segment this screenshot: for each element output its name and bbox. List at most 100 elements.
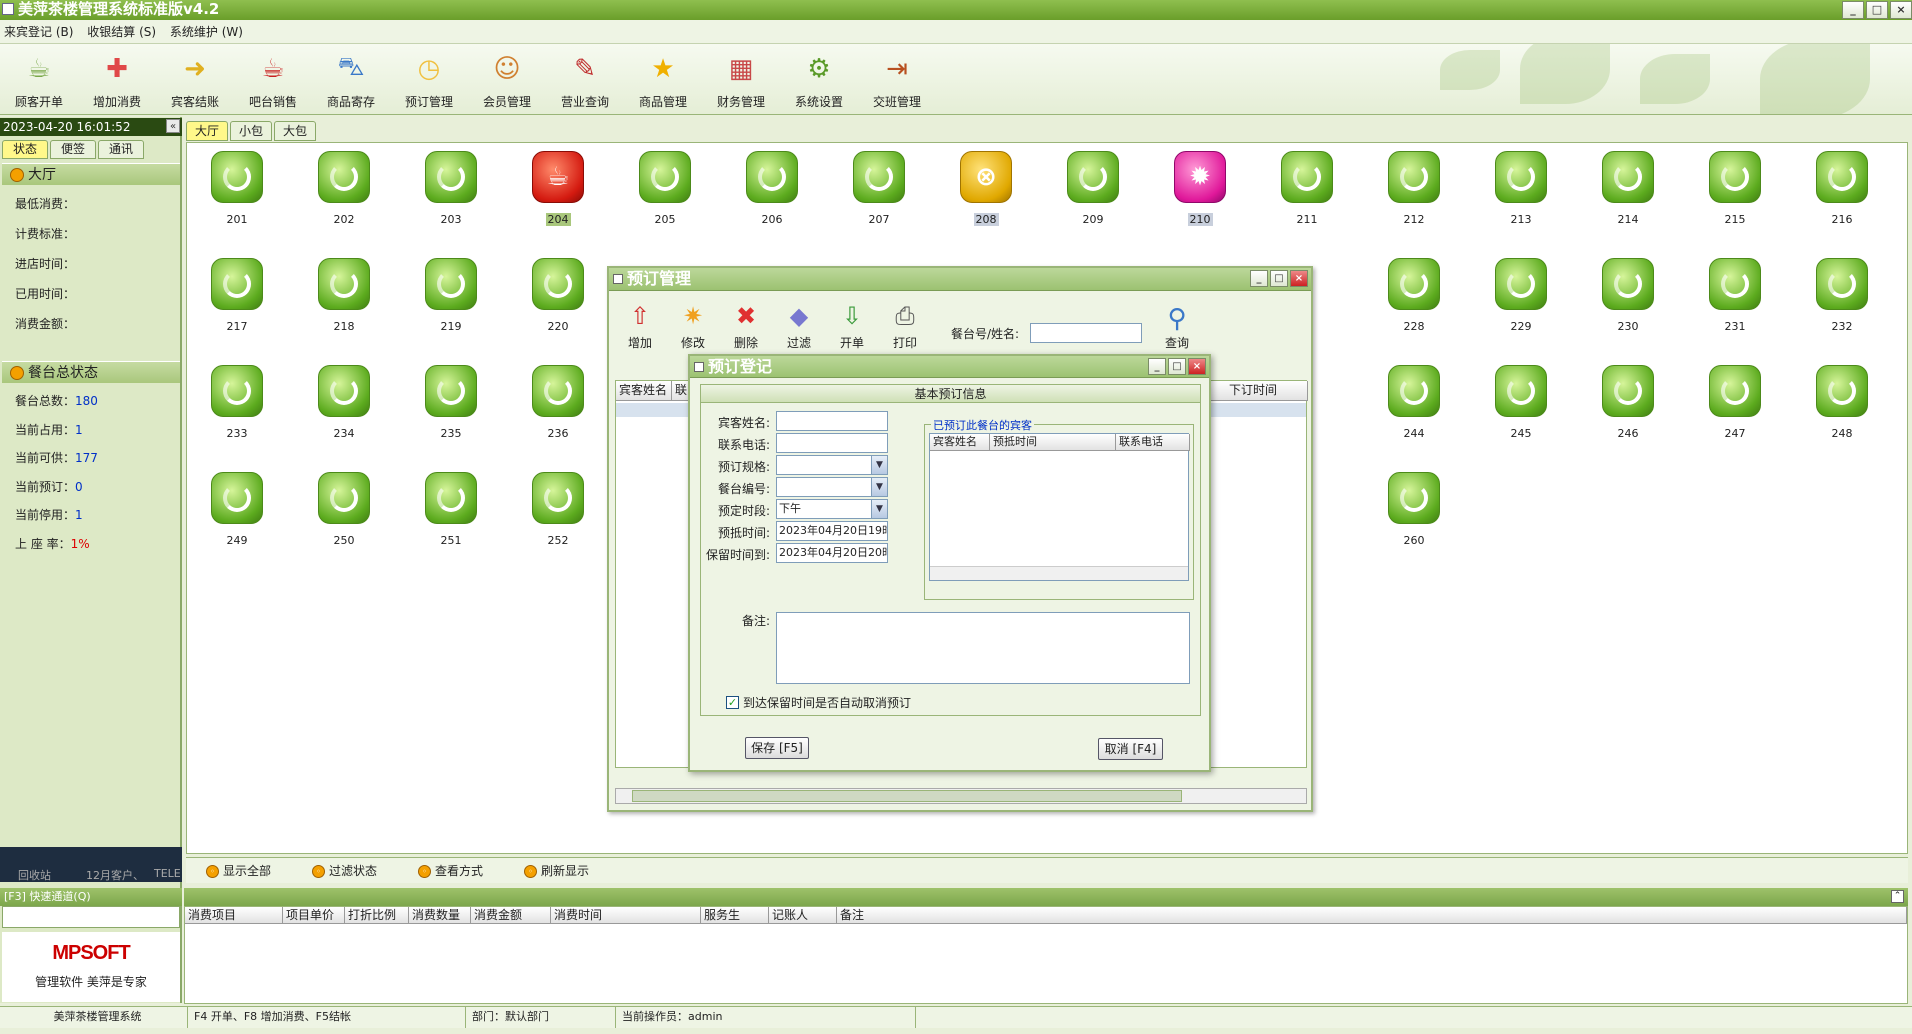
table-205[interactable]: 205 [625,151,705,226]
table-245[interactable]: 245 [1481,365,1561,440]
auto-cancel-checkbox[interactable]: ✓ [726,696,739,709]
table-249[interactable]: 249 [197,472,277,547]
table-217[interactable]: 217 [197,258,277,333]
maximize-button[interactable]: □ [1866,1,1888,19]
toolbar-button-3[interactable]: ➜ 宾客结账 [156,48,234,110]
expand-consume-button[interactable]: ⌃ [1891,890,1904,903]
quick-channel-input[interactable] [2,906,180,928]
consume-col-6[interactable]: 消费时间 [551,907,701,924]
horizontal-scrollbar[interactable] [615,788,1307,804]
table-220[interactable]: 220 [518,258,598,333]
table-230[interactable]: 230 [1588,258,1668,333]
table-235[interactable]: 235 [411,365,491,440]
table-252[interactable]: 252 [518,472,598,547]
close-button[interactable]: × [1890,1,1912,19]
tab-hall[interactable]: 大厅 [186,121,229,141]
app-system-icon[interactable] [2,3,14,15]
summary-section-header[interactable]: 餐台总状态 [2,361,180,383]
consume-col-3[interactable]: 打折比例 [345,907,409,924]
chevron-down-icon[interactable]: ▼ [871,456,887,474]
col-arrival-time[interactable]: 预抵时间 [990,434,1116,451]
col-guest-name[interactable]: 宾客姓名 [616,381,672,401]
reservation-tool-2[interactable]: ✷ 修改 [668,300,718,351]
toolbar-button-8[interactable]: ✎ 营业查询 [546,48,624,110]
table-206[interactable]: 206 [732,151,812,226]
arrival-time-input[interactable]: 2023年04月20日19时01分 [776,521,888,541]
reservation-tool-1[interactable]: ⇧ 增加 [615,300,665,351]
table-212[interactable]: 212 [1374,151,1454,226]
consume-col-9[interactable]: 备注 [837,907,1907,924]
table-202[interactable]: 202 [304,151,384,226]
guest-name-input[interactable] [776,411,888,431]
scroll-thumb[interactable] [632,790,1182,802]
toolbar-button-1[interactable]: ☕ 顾客开单 [0,48,78,110]
table-210[interactable]: ✹ 210 [1160,151,1240,226]
consume-col-5[interactable]: 消费金额 [471,907,551,924]
register-title-bar[interactable]: 预订登记 _ □ × [690,356,1209,378]
toolbar-button-2[interactable]: ✚ 增加消费 [78,48,156,110]
reservation-tool-6[interactable]: ⎙ 打印 [880,300,930,351]
table-233[interactable]: 233 [197,365,277,440]
table-207[interactable]: 207 [839,151,919,226]
menu-checkout[interactable]: 收银结算 (S) [87,25,156,39]
tab-status[interactable]: 状态 [2,140,49,159]
toolbar-button-9[interactable]: ★ 商品管理 [624,48,702,110]
time-slot-input[interactable]: 下午 ▼ [776,499,888,519]
booked-list-scrollbar[interactable] [930,566,1188,580]
table-209[interactable]: 209 [1053,151,1133,226]
close-button[interactable]: × [1290,270,1308,287]
tab-contacts[interactable]: 通讯 [98,140,145,159]
table-232[interactable]: 232 [1802,258,1882,333]
table-218[interactable]: 218 [304,258,384,333]
tab-large-room[interactable]: 大包 [274,121,317,141]
search-input[interactable] [1030,323,1142,343]
table-213[interactable]: 213 [1481,151,1561,226]
toolbar-button-5[interactable]: ⛍ 商品寄存 [312,48,390,110]
toolbar-button-12[interactable]: ⇥ 交班管理 [858,48,936,110]
refresh-button[interactable]: ◦ 刷新显示 [524,858,589,884]
table-215[interactable]: 215 [1695,151,1775,226]
table-201[interactable]: 201 [197,151,277,226]
table-236[interactable]: 236 [518,365,598,440]
search-button[interactable]: ⚲ 查询 [1154,304,1200,351]
remark-textarea[interactable] [776,612,1190,684]
table-229[interactable]: 229 [1481,258,1561,333]
table-244[interactable]: 244 [1374,365,1454,440]
consume-col-1[interactable]: 消费项目 [185,907,283,924]
maximize-button[interactable]: □ [1270,270,1288,287]
chevron-down-icon[interactable]: ▼ [871,478,887,496]
table-231[interactable]: 231 [1695,258,1775,333]
maximize-button[interactable]: □ [1168,358,1186,375]
menu-system[interactable]: 系统维护 (W) [170,25,243,39]
toolbar-button-10[interactable]: ▦ 财务管理 [702,48,780,110]
reservation-tool-3[interactable]: ✖ 删除 [721,300,771,351]
table-228[interactable]: 228 [1374,258,1454,333]
table-219[interactable]: 219 [411,258,491,333]
tab-small-room[interactable]: 小包 [230,121,273,141]
spec-input[interactable]: ▼ [776,455,888,475]
minimize-button[interactable]: _ [1250,270,1268,287]
hold-until-input[interactable]: 2023年04月20日20时01分 [776,543,888,563]
show-all-button[interactable]: ◦ 显示全部 [206,858,271,884]
table-203[interactable]: 203 [411,151,491,226]
save-button[interactable]: 保存 [F5] [745,737,809,759]
collapse-panel-button[interactable]: « [166,119,180,133]
view-mode-button[interactable]: ◦ 查看方式 [418,858,483,884]
toolbar-button-4[interactable]: ☕ 吧台销售 [234,48,312,110]
table-208[interactable]: ⊗ 208 [946,151,1026,226]
menu-guest-register[interactable]: 来宾登记 (B) [4,25,73,39]
toolbar-button-11[interactable]: ⚙ 系统设置 [780,48,858,110]
hall-section-header[interactable]: 大厅 [2,163,180,185]
filter-status-button[interactable]: ◦ 过滤状态 [312,858,377,884]
table-234[interactable]: 234 [304,365,384,440]
consume-col-2[interactable]: 项目单价 [283,907,345,924]
minimize-button[interactable]: _ [1148,358,1166,375]
table-214[interactable]: 214 [1588,151,1668,226]
col-guest-name[interactable]: 宾客姓名 [930,434,990,451]
toolbar-button-7[interactable]: ☺ 会员管理 [468,48,546,110]
auto-cancel-option[interactable]: ✓ 到达保留时间是否自动取消预订 [726,694,911,711]
col-phone[interactable]: 联系电话 [1116,434,1190,451]
consume-col-8[interactable]: 记账人 [769,907,837,924]
toolbar-button-6[interactable]: ◷ 预订管理 [390,48,468,110]
table-248[interactable]: 248 [1802,365,1882,440]
